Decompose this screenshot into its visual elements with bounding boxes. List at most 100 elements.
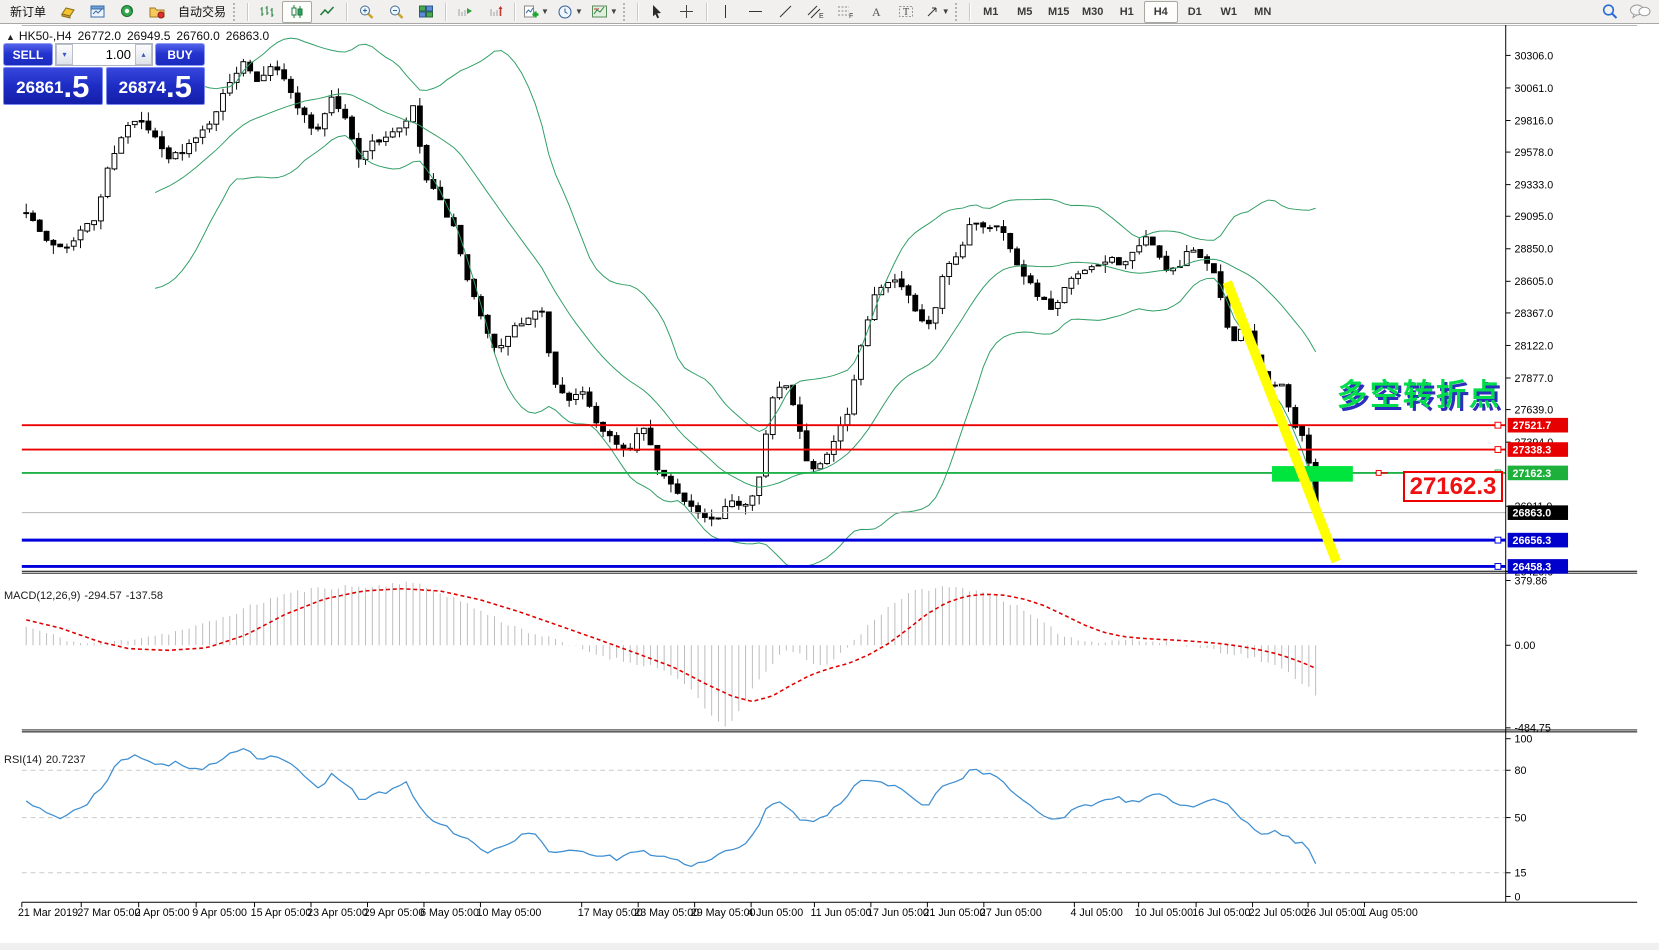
line-chart-mode-icon[interactable] — [312, 1, 342, 23]
auto-scroll-icon[interactable] — [480, 1, 510, 23]
rsi-label: RSI(14)20.7237 — [4, 754, 90, 766]
candlestick — [1015, 249, 1020, 265]
price-callout-label[interactable]: 27162.3 — [1403, 471, 1503, 502]
timeframe-H1[interactable]: H1 — [1110, 1, 1144, 23]
trendline-tool[interactable] — [771, 1, 801, 23]
candlestick — [702, 513, 707, 518]
price-axis-label: 28122.0 — [1514, 340, 1553, 352]
candlestick — [757, 477, 762, 496]
candlestick — [933, 308, 938, 323]
autotrade-folder-icon[interactable] — [142, 1, 172, 23]
toolbar-grip[interactable] — [955, 3, 962, 21]
candlestick — [1076, 274, 1081, 279]
candlestick — [811, 462, 816, 469]
new-order-button[interactable]: 新订单 — [4, 1, 52, 23]
sell-button[interactable]: SELL — [3, 43, 53, 66]
toolbar-grip[interactable] — [233, 3, 240, 21]
volume-increase-button[interactable]: ▴ — [135, 44, 152, 65]
candlestick — [180, 153, 185, 154]
line-chart-icon — [319, 4, 335, 19]
toolbar-separator — [346, 3, 347, 21]
text-label-tool[interactable]: T — [891, 1, 921, 23]
timeframe-M1[interactable]: M1 — [974, 1, 1008, 23]
price-axis-label: 28850.0 — [1514, 244, 1553, 256]
volume-input[interactable] — [73, 44, 135, 65]
timeframe-M15[interactable]: M15 — [1042, 1, 1076, 23]
candlestick — [1232, 327, 1237, 341]
buy-button[interactable]: BUY — [155, 43, 205, 66]
timeframe-M30[interactable]: M30 — [1076, 1, 1110, 23]
candlestick — [146, 121, 151, 130]
candlestick-mode-icon[interactable] — [282, 1, 312, 23]
crosshair-tool[interactable] — [672, 1, 702, 23]
auto-trading-button[interactable]: 自动交易 — [172, 1, 232, 23]
chart-shift-icon[interactable] — [450, 1, 480, 23]
templates-button[interactable]: ▼ — [587, 1, 622, 23]
search-icon[interactable] — [1595, 1, 1625, 23]
candlestick — [431, 180, 436, 189]
market-watch-icon[interactable] — [82, 1, 112, 23]
toolbar-grip[interactable] — [623, 3, 630, 21]
timeframe-H4[interactable]: H4 — [1144, 1, 1178, 23]
signal-icon[interactable] — [112, 1, 142, 23]
timeframe-W1[interactable]: W1 — [1212, 1, 1246, 23]
tile-windows-icon — [418, 4, 434, 19]
candlestick — [1001, 227, 1006, 233]
candlestick — [1103, 262, 1108, 264]
crosshair-icon — [679, 4, 694, 19]
volume-decrease-button[interactable]: ▾ — [56, 44, 73, 65]
periods-button[interactable]: ▼ — [553, 1, 587, 23]
candlestick — [560, 385, 565, 393]
candlestick — [553, 352, 558, 384]
macd-signal-value: -137.58 — [126, 590, 163, 602]
candlestick — [1110, 258, 1115, 263]
zoom-in-icon[interactable] — [351, 1, 381, 23]
timeframe-D1[interactable]: D1 — [1178, 1, 1212, 23]
open-value: 26772.0 — [78, 29, 121, 43]
candlestick — [913, 295, 918, 311]
candlestick — [886, 283, 891, 288]
svg-text:T: T — [903, 7, 909, 18]
sell-price[interactable]: 26861.5 — [3, 67, 103, 105]
tile-windows-icon[interactable] — [411, 1, 441, 23]
candlestick — [981, 223, 986, 227]
equidistant-channel-tool[interactable]: E — [801, 1, 831, 23]
gold-bar-icon[interactable] — [52, 1, 82, 23]
zoom-out-icon[interactable] — [381, 1, 411, 23]
line-end-marker — [1495, 537, 1501, 543]
text-a-icon: A — [869, 4, 883, 19]
candlestick — [51, 240, 56, 245]
candlestick — [1198, 250, 1203, 258]
buy-price[interactable]: 26874.5 — [106, 67, 206, 105]
rsi-axis-label: 50 — [1514, 812, 1526, 824]
candlestick — [750, 496, 755, 505]
cursor-tool[interactable] — [642, 1, 672, 23]
horizontal-line-tool[interactable] — [741, 1, 771, 23]
chevron-down-icon: ▼ — [610, 7, 618, 16]
fibonacci-tool[interactable]: F — [831, 1, 861, 23]
arrows-tool[interactable]: ▼ — [921, 1, 954, 23]
chat-icon[interactable] — [1625, 1, 1655, 23]
rsi-axis-label: 100 — [1514, 734, 1532, 746]
collapse-icon[interactable]: ▲ — [6, 32, 15, 42]
candlestick — [1116, 258, 1121, 265]
vertical-line-tool[interactable] — [711, 1, 741, 23]
bar-chart-mode-icon[interactable] — [252, 1, 282, 23]
candlestick — [696, 506, 701, 513]
add-indicator-icon — [523, 4, 539, 19]
turning-point-annotation: 多空转折点 — [1337, 370, 1502, 414]
candlestick — [763, 434, 768, 476]
candlestick — [499, 346, 504, 348]
candlestick — [519, 324, 524, 326]
timeframe-MN[interactable]: MN — [1246, 1, 1280, 23]
add-indicator-button[interactable]: ▼ — [519, 1, 553, 23]
candlestick-icon — [289, 4, 305, 19]
candlestick — [132, 121, 137, 124]
timeframe-M5[interactable]: M5 — [1008, 1, 1042, 23]
candlestick — [621, 445, 626, 448]
callout-anchor — [1376, 470, 1381, 475]
folder-icon — [148, 4, 166, 19]
status-strip — [0, 943, 1659, 950]
candlestick — [635, 434, 640, 451]
text-tool[interactable]: A — [861, 1, 891, 23]
